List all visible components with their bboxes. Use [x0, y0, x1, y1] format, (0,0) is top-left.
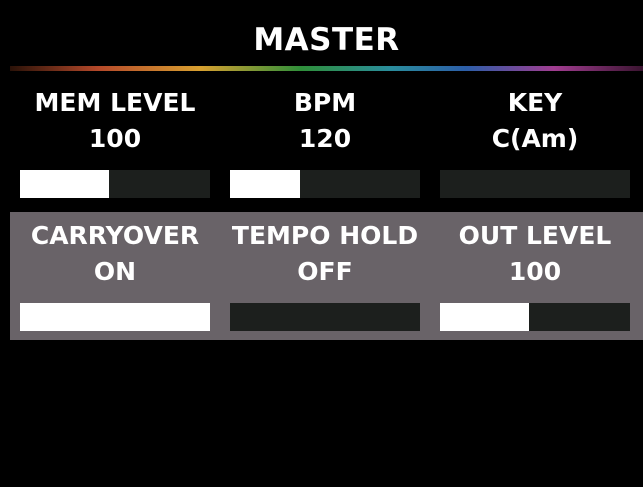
param-row-1: MEM LEVEL 100 BPM 120 KEY C(Am)	[10, 71, 643, 212]
param-value: 100	[508, 257, 562, 286]
param-value: C(Am)	[491, 124, 579, 153]
param-label: OUT LEVEL	[458, 221, 612, 250]
level-bar-fill	[440, 303, 530, 331]
param-mem-level[interactable]: MEM LEVEL 100	[20, 71, 210, 212]
param-carryover[interactable]: CARRYOVER ON	[20, 212, 210, 340]
header: MASTER	[10, 0, 643, 66]
param-value: 100	[88, 124, 142, 153]
param-value: ON	[93, 257, 137, 286]
level-bar[interactable]	[20, 170, 210, 198]
param-row-2-selected: CARRYOVER ON TEMPO HOLD OFF OUT LEVEL 10…	[10, 212, 643, 340]
param-key[interactable]: KEY C(Am)	[440, 71, 630, 212]
level-bar[interactable]	[20, 303, 210, 331]
level-bar-fill	[230, 170, 301, 198]
level-bar-fill	[20, 170, 110, 198]
level-bar[interactable]	[230, 303, 420, 331]
param-bpm[interactable]: BPM 120	[230, 71, 420, 212]
param-tempo-hold[interactable]: TEMPO HOLD OFF	[230, 212, 420, 340]
param-label: KEY	[507, 88, 563, 117]
param-label: MEM LEVEL	[34, 88, 196, 117]
level-bar[interactable]	[440, 303, 630, 331]
param-value: OFF	[297, 257, 353, 286]
param-out-level[interactable]: OUT LEVEL 100	[440, 212, 630, 340]
level-bar-fill	[20, 303, 210, 331]
level-bar[interactable]	[230, 170, 420, 198]
param-value: 120	[298, 124, 352, 153]
param-label: BPM	[293, 88, 357, 117]
param-label: TEMPO HOLD	[231, 221, 419, 250]
param-label: CARRYOVER	[30, 221, 200, 250]
level-bar[interactable]	[440, 170, 630, 198]
master-screen: MASTER MEM LEVEL 100 BPM 120 KEY C(Am) C…	[10, 0, 643, 487]
page-title: MASTER	[253, 22, 400, 58]
